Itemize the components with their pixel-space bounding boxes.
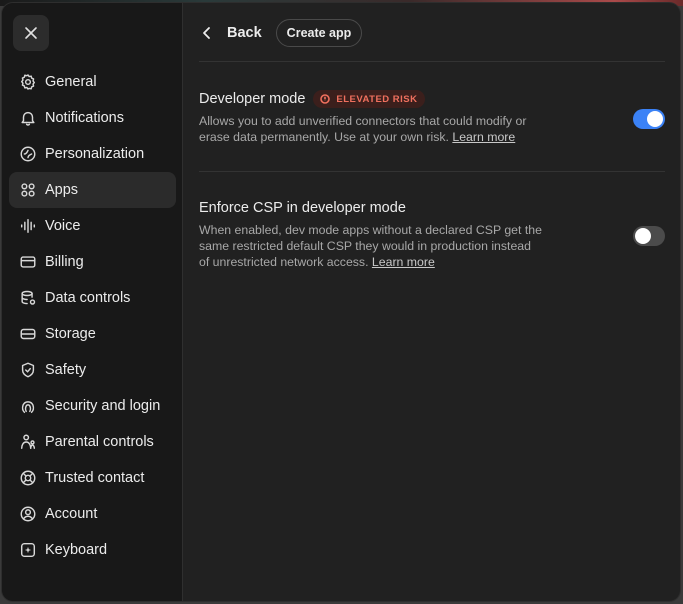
personalization-icon — [19, 145, 37, 163]
warning-icon — [320, 94, 331, 104]
waveform-icon — [19, 217, 37, 235]
apps-icon — [19, 181, 37, 199]
badge-label: ELEVATED RISK — [336, 93, 418, 105]
sidebar-item-keyboard[interactable]: Keyboard — [9, 532, 176, 568]
developer-mode-learn-more-link[interactable]: Learn more — [452, 130, 515, 144]
database-icon — [19, 289, 37, 307]
sidebar-item-label: Safety — [45, 362, 87, 378]
sidebar-item-notifications[interactable]: Notifications — [9, 100, 176, 136]
account-icon — [19, 505, 37, 523]
enforce-csp-description: When enabled, dev mode apps without a de… — [199, 223, 542, 269]
enforce-csp-setting: Enforce CSP in developer mode When enabl… — [199, 198, 665, 270]
toggle-knob — [635, 228, 651, 244]
enforce-csp-title: Enforce CSP in developer mode — [199, 200, 406, 216]
close-button[interactable] — [13, 15, 49, 51]
sidebar-item-account[interactable]: Account — [9, 496, 176, 532]
header-divider — [199, 61, 665, 62]
elevated-risk-badge: ELEVATED RISK — [313, 90, 425, 108]
security-icon — [19, 397, 37, 415]
sidebar-item-label: Personalization — [45, 146, 145, 162]
settings-sidebar: General Notifications Personalization Ap… — [2, 3, 183, 601]
sidebar-item-label: Voice — [45, 218, 81, 234]
gear-icon — [19, 73, 37, 91]
close-icon — [25, 27, 37, 39]
toggle-knob — [647, 111, 663, 127]
sidebar-item-trusted-contact[interactable]: Trusted contact — [9, 460, 176, 496]
sidebar-item-general[interactable]: General — [9, 64, 176, 100]
lifebuoy-icon — [19, 469, 37, 487]
keyboard-icon — [19, 541, 37, 559]
developer-mode-toggle[interactable] — [633, 109, 665, 129]
enforce-csp-toggle[interactable] — [633, 226, 665, 246]
developer-mode-setting: Developer mode ELEVATED RISK Allows you … — [199, 89, 665, 145]
enforce-csp-learn-more-link[interactable]: Learn more — [372, 255, 435, 269]
sidebar-item-parental-controls[interactable]: Parental controls — [9, 424, 176, 460]
bell-icon — [19, 109, 37, 127]
sidebar-item-apps[interactable]: Apps — [9, 172, 176, 208]
back-button-label: Back — [227, 25, 262, 41]
back-button[interactable]: Back — [199, 25, 262, 41]
settings-divider — [199, 171, 665, 172]
create-app-label: Create app — [286, 26, 352, 40]
sidebar-item-label: Apps — [45, 182, 79, 198]
sidebar-item-personalization[interactable]: Personalization — [9, 136, 176, 172]
storage-icon — [19, 325, 37, 343]
developer-mode-description: Allows you to add unverified connectors … — [199, 114, 527, 144]
sidebar-item-label: Notifications — [45, 110, 124, 126]
sidebar-item-label: Security and login — [45, 398, 161, 414]
sidebar-item-label: Billing — [45, 254, 84, 270]
sidebar-item-label: General — [45, 74, 97, 90]
sidebar-item-label: Keyboard — [45, 542, 108, 558]
chevron-left-icon — [203, 27, 210, 39]
create-app-button[interactable]: Create app — [275, 19, 363, 47]
sidebar-item-label: Data controls — [45, 290, 131, 306]
sidebar-item-safety[interactable]: Safety — [9, 352, 176, 388]
settings-dialog: General Notifications Personalization Ap… — [1, 2, 681, 602]
sidebar-item-label: Storage — [45, 326, 96, 342]
settings-main-panel: Back Create app Developer mode ELEVATED … — [183, 3, 680, 601]
sidebar-item-data-controls[interactable]: Data controls — [9, 280, 176, 316]
sidebar-item-label: Trusted contact — [45, 470, 145, 486]
apps-header: Back Create app — [199, 19, 363, 47]
developer-mode-title: Developer mode — [199, 91, 306, 107]
sidebar-item-storage[interactable]: Storage — [9, 316, 176, 352]
sidebar-item-label: Parental controls — [45, 434, 154, 450]
shield-icon — [19, 361, 37, 379]
sidebar-item-security-and-login[interactable]: Security and login — [9, 388, 176, 424]
card-icon — [19, 253, 37, 271]
settings-nav: General Notifications Personalization Ap… — [9, 64, 176, 568]
sidebar-item-voice[interactable]: Voice — [9, 208, 176, 244]
sidebar-item-billing[interactable]: Billing — [9, 244, 176, 280]
parental-icon — [19, 433, 37, 451]
sidebar-item-label: Account — [45, 506, 98, 522]
